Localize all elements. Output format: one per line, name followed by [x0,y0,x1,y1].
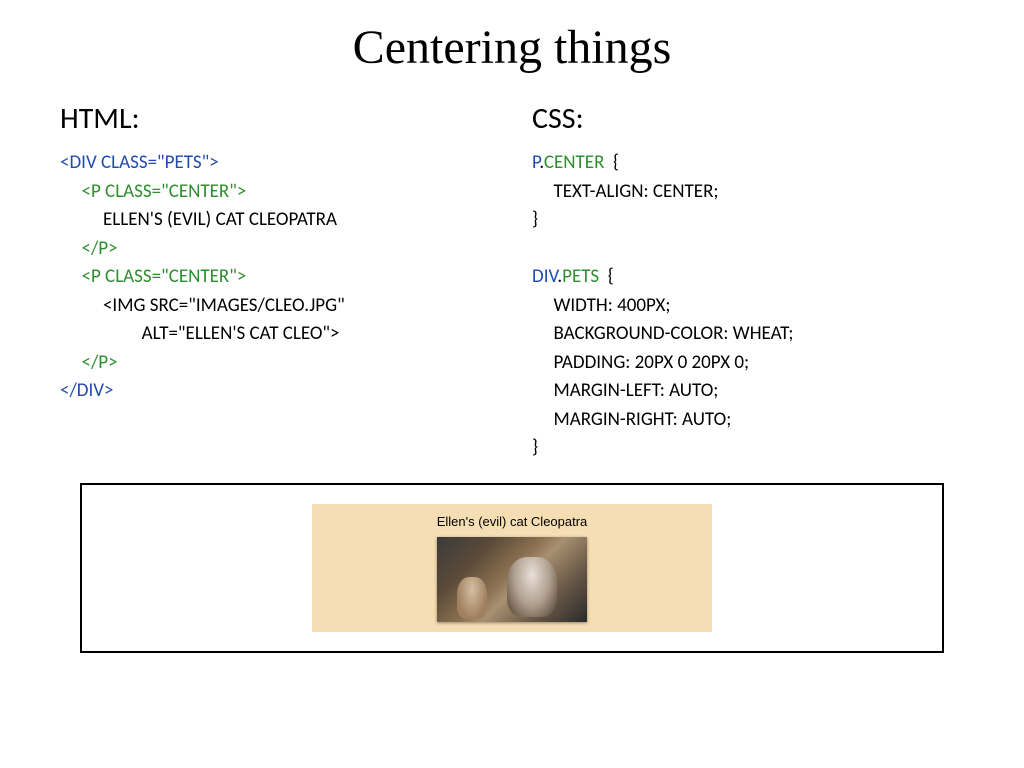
demo-caption: Ellen's (evil) cat Cleopatra [312,514,712,529]
css-column: CSS: P.CENTER { TEXT-ALIGN: CENTER; } DI… [532,100,964,463]
css-code-block: P.CENTER { TEXT-ALIGN: CENTER; } DIV.PET… [532,149,964,463]
html-heading: HTML: [60,100,492,137]
slide-title: Centering things [60,20,964,75]
pets-demo-box: Ellen's (evil) cat Cleopatra [312,504,712,632]
slide: Centering things HTML: <DIV CLASS="PETS"… [0,0,1024,768]
css-heading: CSS: [532,100,964,137]
cat-image [437,537,587,622]
html-code-block: <DIV CLASS="PETS"> <P CLASS="CENTER"> EL… [60,149,492,406]
two-column-layout: HTML: <DIV CLASS="PETS"> <P CLASS="CENTE… [60,100,964,463]
rendered-output-box: Ellen's (evil) cat Cleopatra [80,483,944,653]
html-column: HTML: <DIV CLASS="PETS"> <P CLASS="CENTE… [60,100,492,463]
